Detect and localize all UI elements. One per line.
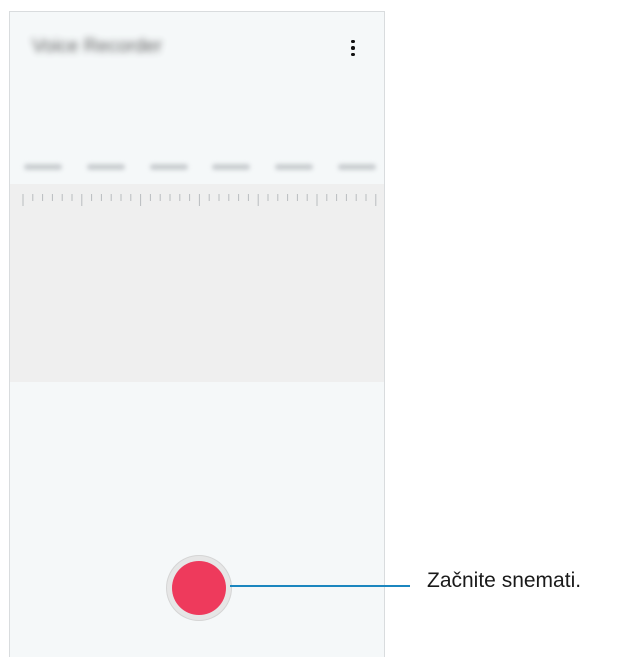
time-ruler-labels (24, 164, 376, 170)
callout-label: Začnite snemati. (427, 569, 582, 592)
time-label (149, 164, 188, 170)
time-label (212, 164, 251, 170)
phone-screen: Voice Recorder (9, 11, 385, 657)
menu-dot (351, 46, 355, 50)
time-label (337, 164, 376, 170)
record-icon (172, 561, 226, 615)
time-label (24, 164, 62, 170)
app-title: Voice Recorder (32, 36, 162, 57)
menu-dot (351, 39, 355, 44)
time-label (86, 164, 125, 170)
menu-dot (351, 52, 355, 57)
callout-line (230, 585, 410, 587)
waveform-area (10, 184, 384, 382)
more-options-icon[interactable] (343, 36, 363, 60)
record-button[interactable] (167, 556, 231, 620)
manual-illustration: Voice Recorder Začnite snemati. (0, 0, 623, 657)
time-ruler (22, 194, 377, 206)
time-label (275, 164, 314, 170)
